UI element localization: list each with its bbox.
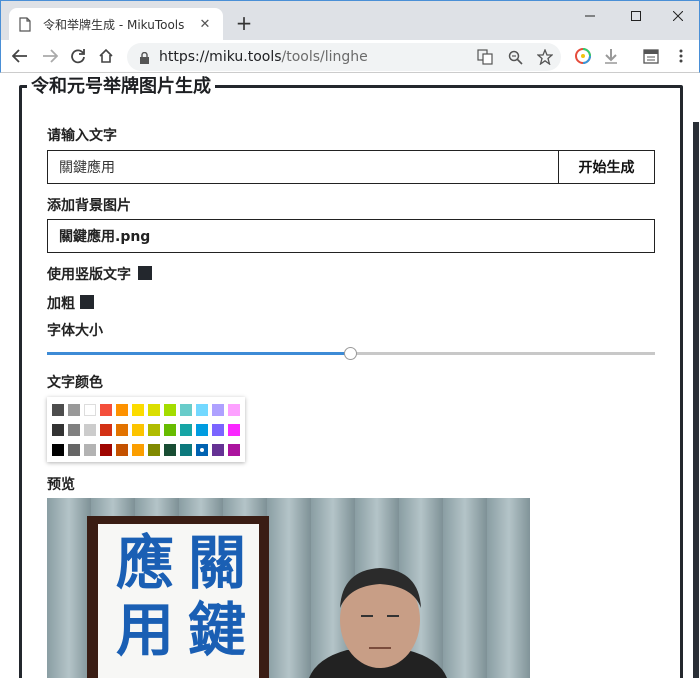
color-swatch[interactable]: [196, 404, 208, 416]
browser-titlebar: 令和举牌生成 - MikuTools ✕ +: [0, 0, 700, 41]
menu-icon[interactable]: [671, 46, 691, 66]
extension-icon[interactable]: [573, 46, 593, 66]
color-swatch[interactable]: [212, 424, 224, 436]
preview-image: 關 鍵 應 用: [47, 498, 530, 678]
reload-icon[interactable]: [67, 45, 89, 67]
color-swatch[interactable]: [212, 444, 224, 456]
color-swatch[interactable]: [212, 404, 224, 416]
color-swatch[interactable]: [52, 404, 64, 416]
scrollbar[interactable]: [693, 122, 699, 678]
color-swatch[interactable]: [100, 444, 112, 456]
translate-icon[interactable]: [475, 47, 495, 67]
page-icon: [19, 16, 33, 33]
color-swatch[interactable]: [196, 424, 208, 436]
color-swatch[interactable]: [116, 424, 128, 436]
url-path: /tools/linghe: [281, 49, 368, 65]
color-swatch[interactable]: [84, 424, 96, 436]
color-swatch[interactable]: [116, 444, 128, 456]
preview-char-1: 關: [188, 529, 246, 597]
color-swatch[interactable]: [228, 404, 240, 416]
preview-char-4: 用: [116, 596, 174, 664]
calendar-extension-icon[interactable]: [641, 46, 661, 66]
bold-checkbox[interactable]: [80, 295, 94, 309]
color-swatch[interactable]: [68, 444, 80, 456]
color-swatch[interactable]: [164, 424, 176, 436]
color-swatch[interactable]: [100, 404, 112, 416]
color-swatch[interactable]: [196, 444, 208, 456]
preview-char-2: 鍵: [188, 596, 246, 664]
font-size-slider-thumb[interactable]: [344, 347, 357, 360]
preview-label: 预览: [47, 477, 75, 493]
preview-char-3: 應: [116, 529, 174, 597]
color-palette: [47, 397, 245, 462]
color-swatch[interactable]: [148, 444, 160, 456]
color-swatch[interactable]: [52, 424, 64, 436]
forward-icon[interactable]: [39, 45, 61, 67]
download-icon[interactable]: [601, 46, 621, 66]
color-swatch[interactable]: [52, 444, 64, 456]
font-size-slider-fill: [47, 352, 351, 355]
color-swatch[interactable]: [180, 424, 192, 436]
vertical-text-checkbox[interactable]: [138, 266, 152, 280]
color-swatch[interactable]: [228, 424, 240, 436]
address-bar[interactable]: https://miku.tools/tools/linghe: [127, 43, 561, 71]
page-content: 令和元号举牌图片生成 请输入文字 關鍵應用 开始生成 添加背景图片 關鍵應用.p…: [1, 74, 699, 678]
tab-close-icon[interactable]: ✕: [197, 17, 213, 33]
lock-icon: [139, 50, 151, 64]
vertical-text-label: 使用竖版文字: [47, 267, 131, 283]
color-swatch[interactable]: [132, 424, 144, 436]
color-swatch[interactable]: [132, 444, 144, 456]
bold-label: 加粗: [47, 296, 75, 312]
browser-tab[interactable]: 令和举牌生成 - MikuTools ✕: [9, 8, 223, 41]
back-icon[interactable]: [9, 45, 31, 67]
color-swatch[interactable]: [116, 404, 128, 416]
browser-toolbar: https://miku.tools/tools/linghe: [0, 40, 700, 73]
color-swatch[interactable]: [132, 404, 144, 416]
color-swatch[interactable]: [180, 404, 192, 416]
font-size-label: 字体大小: [47, 323, 103, 339]
text-color-label: 文字颜色: [47, 375, 103, 391]
url-host: https://miku.tools: [159, 49, 282, 65]
color-swatch[interactable]: [148, 404, 160, 416]
color-swatch[interactable]: [84, 444, 96, 456]
close-window-icon[interactable]: [655, 1, 700, 31]
minimize-icon[interactable]: [567, 1, 613, 31]
home-icon[interactable]: [95, 45, 117, 67]
color-swatch[interactable]: [228, 444, 240, 456]
bg-image-file-input[interactable]: 關鍵應用.png: [47, 219, 655, 253]
color-swatch[interactable]: [68, 404, 80, 416]
tab-title: 令和举牌生成 - MikuTools: [43, 18, 185, 32]
zoom-icon[interactable]: [505, 47, 525, 67]
generate-button[interactable]: 开始生成: [558, 150, 655, 184]
color-swatch[interactable]: [100, 424, 112, 436]
color-swatch[interactable]: [164, 404, 176, 416]
color-swatch[interactable]: [84, 404, 96, 416]
color-swatch[interactable]: [180, 444, 192, 456]
bg-image-label: 添加背景图片: [47, 198, 131, 214]
color-swatch[interactable]: [148, 424, 160, 436]
text-input[interactable]: 關鍵應用: [47, 150, 559, 184]
bookmark-star-icon[interactable]: [535, 47, 555, 67]
text-input-label: 请输入文字: [47, 128, 117, 144]
page-title: 令和元号举牌图片生成: [27, 74, 215, 98]
color-swatch[interactable]: [68, 424, 80, 436]
color-swatch[interactable]: [164, 444, 176, 456]
new-tab-icon[interactable]: +: [234, 13, 254, 33]
maximize-icon[interactable]: [613, 1, 659, 31]
